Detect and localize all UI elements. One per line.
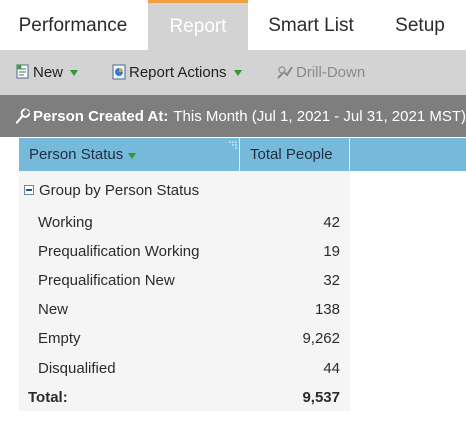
row-total: 19 [323,243,340,260]
filter-bar[interactable]: Person Created At: This Month (Jul 1, 20… [0,95,466,137]
row-status: Working [38,214,93,231]
row-status: Prequalification New [38,272,175,289]
table-row[interactable]: Prequalification Working 19 [19,237,350,266]
tab-setup[interactable]: Setup [384,0,456,50]
row-total: 44 [323,360,340,377]
column-resize-icon[interactable] [227,141,237,151]
row-status: Disqualified [38,360,116,377]
group-label: Group by Person Status [39,181,200,199]
row-total: 138 [314,301,340,318]
row-total: 32 [323,272,340,289]
wrench-icon [15,108,31,124]
row-status: Empty [38,330,81,347]
table-total-row: Total: 9,537 [19,383,350,412]
chevron-down-icon [233,70,242,76]
filter-label: Person Created At: [33,107,169,125]
report-actions-button[interactable]: Report Actions [112,62,242,82]
row-status: Prequalification Working [38,243,200,260]
column-header-person-status[interactable]: Person Status [29,138,239,171]
table-row[interactable]: Prequalification New 32 [19,266,350,295]
chevron-down-icon [70,70,79,76]
tab-smart-list[interactable]: Smart List [258,0,364,50]
tab-performance[interactable]: Performance [10,0,136,50]
new-button[interactable]: New [16,62,79,82]
row-total: 9,262 [302,330,340,347]
drill-down-button[interactable]: Drill-Down [276,62,365,82]
sort-caret-icon [128,152,137,159]
column-header-label: Person Status [29,146,124,163]
column-divider [349,138,350,171]
table-row[interactable]: Empty 9,262 [19,324,350,353]
column-header-total-people[interactable]: Total People [250,138,350,171]
new-button-label: New [33,63,64,81]
report-actions-label: Report Actions [129,63,227,81]
main-tab-bar: Performance Report Smart List Setup [0,0,466,50]
new-report-icon [16,64,29,79]
collapse-icon[interactable] [24,185,34,195]
group-header-row: Group by Person Status [19,178,350,202]
filter-value[interactable]: This Month (Jul 1, 2021 - Jul 31, 2021 M… [173,108,466,125]
table-row[interactable]: New 138 [19,295,350,324]
total-label: Total: [28,389,68,406]
row-status: New [38,301,69,318]
tab-report[interactable]: Report [148,0,248,50]
total-value: 9,537 [302,389,340,406]
drill-down-label: Drill-Down [296,63,366,81]
table-header: Person Status Total People [19,138,466,171]
table-row[interactable]: Disqualified 44 [19,354,350,383]
report-actions-icon [112,64,126,80]
report-toolbar: New Report Actions Drill-Down [0,50,466,95]
table-row[interactable]: Working 42 [19,208,350,237]
row-total: 42 [323,214,340,231]
drill-down-icon [277,66,293,79]
column-divider [239,138,240,171]
